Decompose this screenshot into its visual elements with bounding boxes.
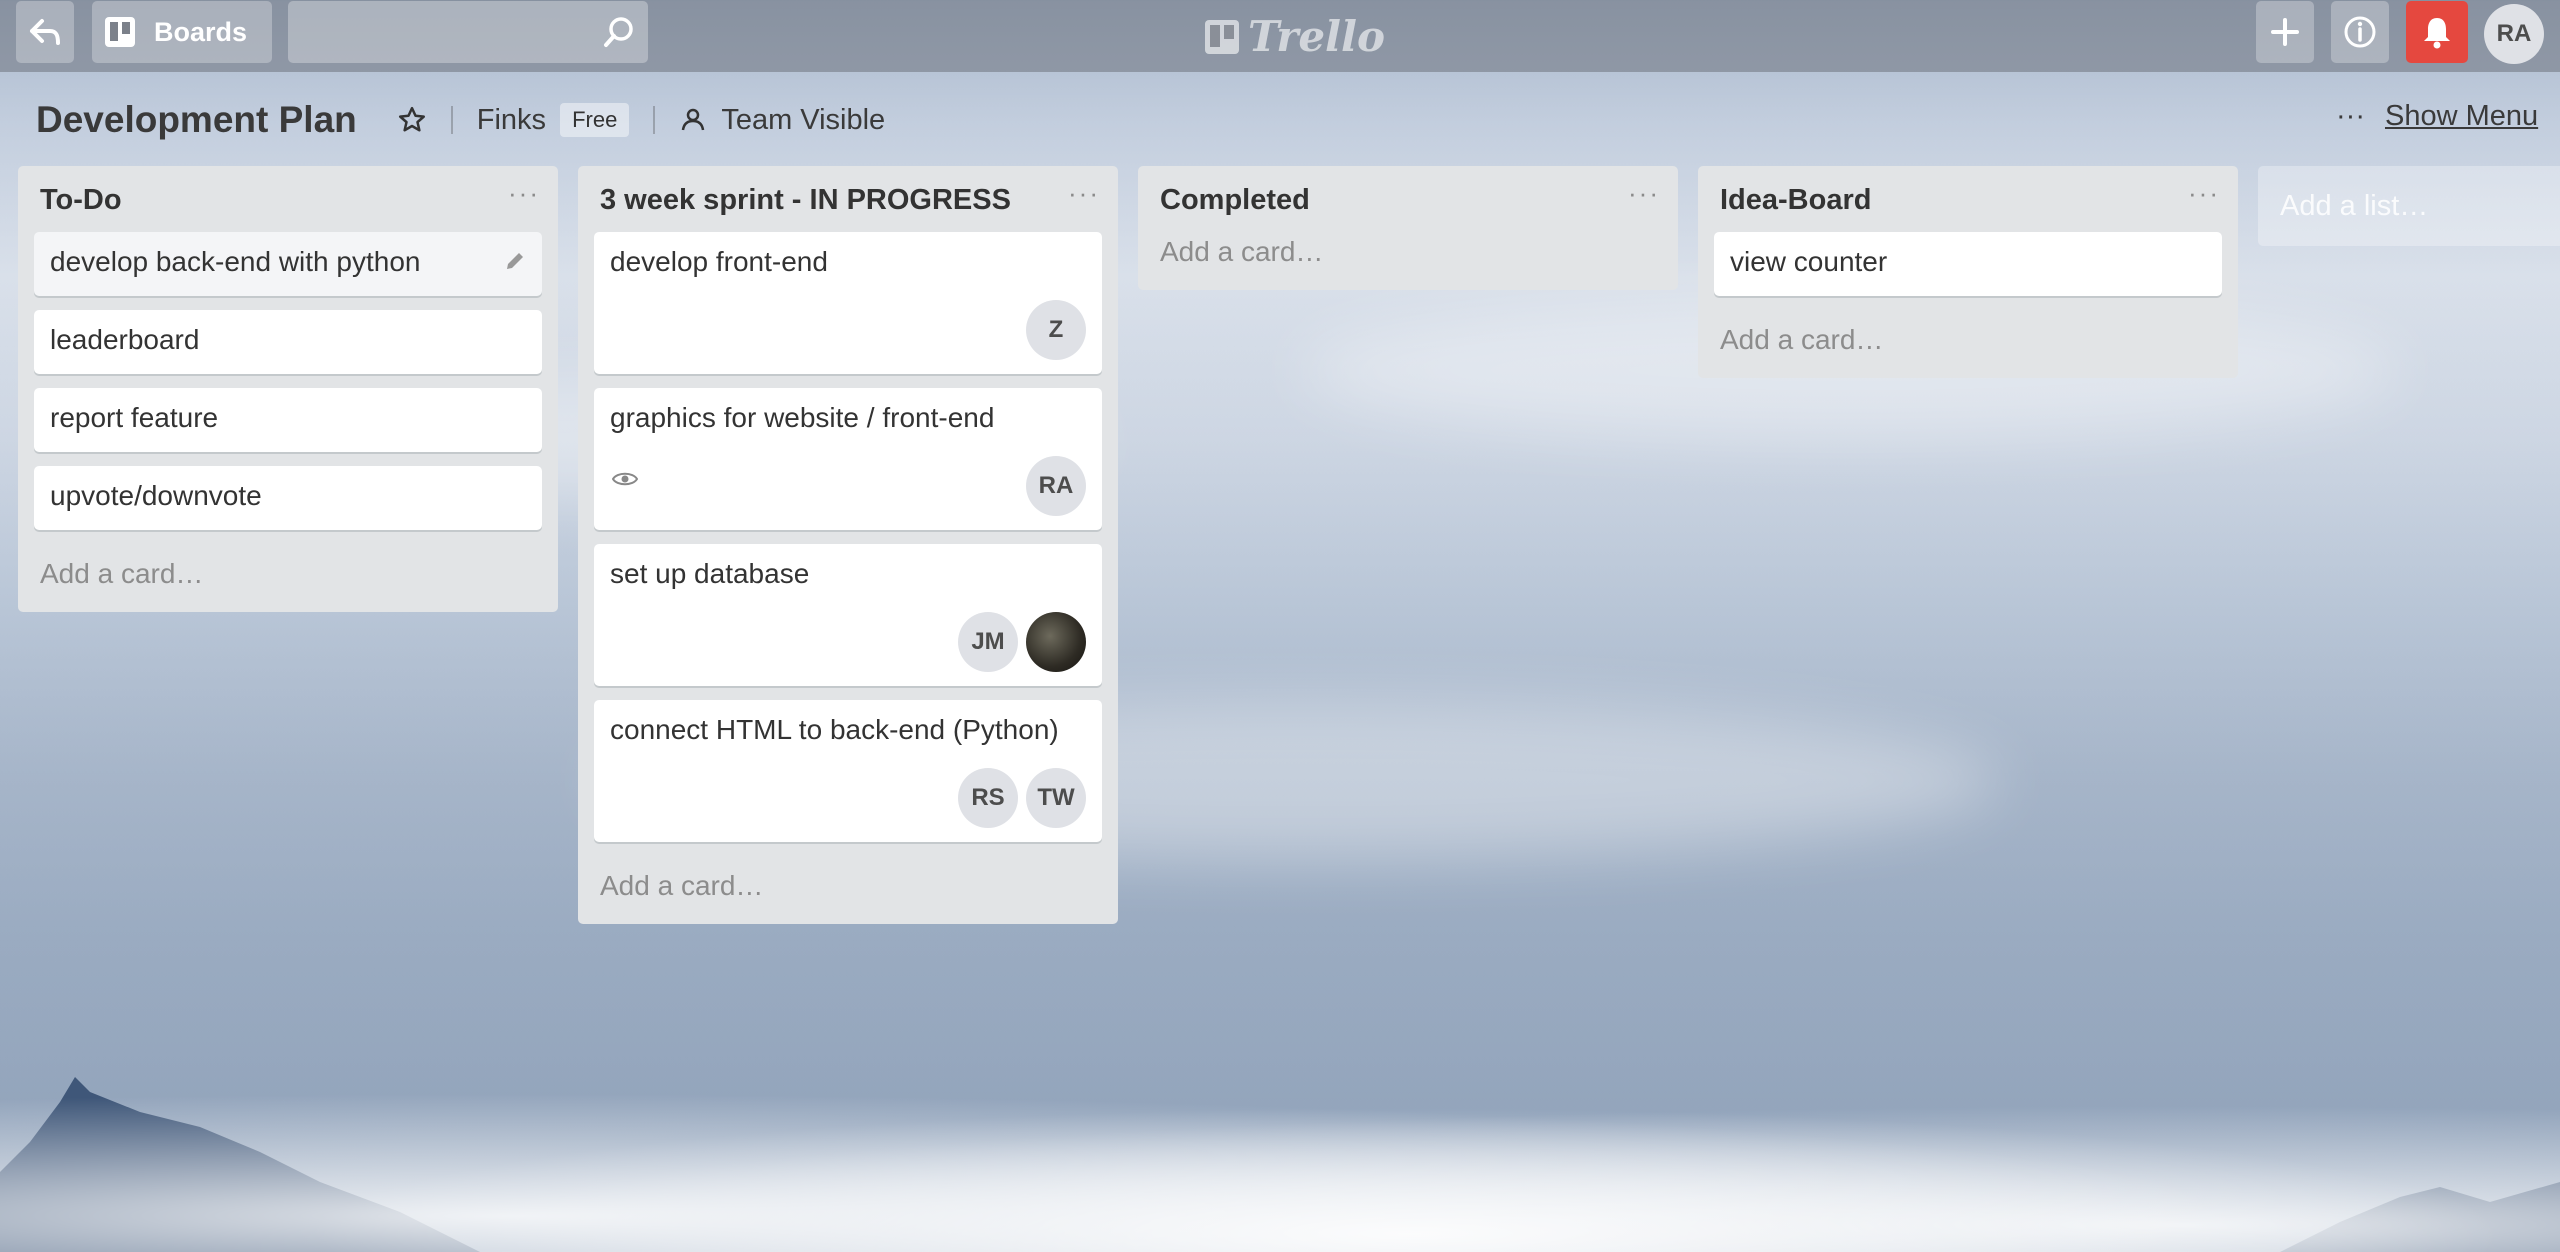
- search-icon[interactable]: [602, 15, 636, 49]
- show-menu-label: Show Menu: [2384, 100, 2539, 132]
- list-to-do: To-Do ··· develop back-end with python l…: [18, 166, 558, 612]
- list-header[interactable]: Idea-Board ···: [1698, 166, 2238, 232]
- list-card[interactable]: report feature: [34, 388, 542, 452]
- trello-logo-icon: [1205, 19, 1239, 54]
- card-title: develop back-end with python: [50, 246, 421, 277]
- list-card[interactable]: graphics for website / front-end RA: [594, 388, 1102, 530]
- star-icon[interactable]: [397, 105, 427, 135]
- team-icon: [682, 108, 705, 131]
- list-header[interactable]: Completed ···: [1138, 166, 1678, 232]
- back-arrow-icon: [30, 19, 60, 45]
- card-members: RA: [610, 456, 1086, 516]
- bottom-clouds: [0, 1072, 2560, 1252]
- divider: [450, 106, 453, 134]
- user-avatar[interactable]: RA: [2484, 4, 2544, 64]
- add-card-button[interactable]: Add a card…: [1698, 310, 2238, 378]
- list-card[interactable]: set up database JM: [594, 544, 1102, 686]
- info-button[interactable]: [2331, 1, 2389, 63]
- trello-logo[interactable]: Trello: [1204, 12, 1385, 61]
- board-title[interactable]: Development Plan: [36, 99, 357, 141]
- member-avatar[interactable]: RS: [958, 768, 1018, 828]
- boards-button[interactable]: Boards: [92, 1, 272, 63]
- card-members: RS TW: [610, 768, 1086, 828]
- list-card[interactable]: leaderboard: [34, 310, 542, 374]
- add-button[interactable]: [2256, 1, 2314, 63]
- card-members: JM: [610, 612, 1086, 672]
- list-card[interactable]: upvote/downvote: [34, 466, 542, 530]
- member-avatar[interactable]: JM: [958, 612, 1018, 672]
- card-title: connect HTML to back-end (Python): [610, 714, 1059, 745]
- plan-badge: Free: [560, 103, 630, 137]
- card-title: develop front-end: [610, 246, 828, 277]
- list-card[interactable]: develop back-end with python: [34, 232, 542, 296]
- list-menu-icon[interactable]: ···: [2188, 178, 2220, 209]
- card-title: set up database: [610, 558, 810, 589]
- list-title[interactable]: To-Do: [40, 184, 122, 216]
- logo-text: Trello: [1248, 12, 1385, 61]
- notifications-button[interactable]: [2406, 1, 2468, 63]
- back-button[interactable]: [16, 1, 74, 63]
- list-idea-board: Idea-Board ··· view counter Add a card…: [1698, 166, 2238, 378]
- list-header[interactable]: To-Do ···: [18, 166, 558, 232]
- member-avatar[interactable]: TW: [1026, 768, 1086, 828]
- list-completed: Completed ··· Add a card…: [1138, 166, 1678, 290]
- list-menu-icon[interactable]: ···: [508, 178, 540, 209]
- card-title: view counter: [1730, 246, 1888, 277]
- member-avatar[interactable]: RA: [1026, 456, 1086, 516]
- info-icon: [2344, 16, 2376, 48]
- list-menu-icon[interactable]: ···: [1628, 178, 1660, 209]
- visibility-button[interactable]: Team Visible: [721, 104, 885, 137]
- list-in-progress: 3 week sprint - IN PROGRESS ··· develop …: [578, 166, 1118, 924]
- list-menu-icon[interactable]: ···: [1068, 178, 1100, 209]
- eye-icon: [612, 472, 638, 486]
- add-card-button[interactable]: Add a card…: [578, 856, 1118, 924]
- divider: [653, 106, 656, 134]
- list-title[interactable]: Idea-Board: [1720, 184, 1871, 216]
- card-title: leaderboard: [50, 324, 200, 355]
- boards-icon: [105, 17, 135, 47]
- list-card[interactable]: view counter: [1714, 232, 2222, 296]
- member-photo-avatar[interactable]: [1026, 612, 1086, 672]
- search-input[interactable]: [288, 1, 648, 63]
- plus-icon: [2271, 18, 2299, 46]
- pencil-icon[interactable]: [504, 250, 526, 272]
- add-card-button[interactable]: Add a card…: [18, 544, 558, 612]
- more-dots-icon: ···: [2336, 100, 2365, 132]
- show-menu-button[interactable]: ··· Show Menu: [2336, 100, 2538, 133]
- organization-name[interactable]: Finks: [477, 104, 546, 137]
- bell-icon: [2424, 18, 2450, 49]
- list-card[interactable]: develop front-end Z: [594, 232, 1102, 374]
- list-card[interactable]: connect HTML to back-end (Python) RS TW: [594, 700, 1102, 842]
- add-card-button[interactable]: Add a card…: [1138, 232, 1678, 290]
- boards-label: Boards: [154, 16, 248, 47]
- card-title: report feature: [50, 402, 219, 433]
- top-bar: Boards Trello RA: [0, 0, 2560, 72]
- card-title: graphics for website / front-end: [610, 402, 995, 433]
- board-header: Development Plan Finks Free Team Visible: [36, 96, 885, 144]
- card-members: Z: [610, 300, 1086, 360]
- list-header[interactable]: 3 week sprint - IN PROGRESS ···: [578, 166, 1118, 232]
- list-title[interactable]: Completed: [1160, 184, 1310, 216]
- add-list-button[interactable]: Add a list…: [2258, 166, 2560, 246]
- member-avatar[interactable]: Z: [1026, 300, 1086, 360]
- list-title[interactable]: 3 week sprint - IN PROGRESS: [600, 184, 1011, 216]
- card-title: upvote/downvote: [50, 480, 262, 511]
